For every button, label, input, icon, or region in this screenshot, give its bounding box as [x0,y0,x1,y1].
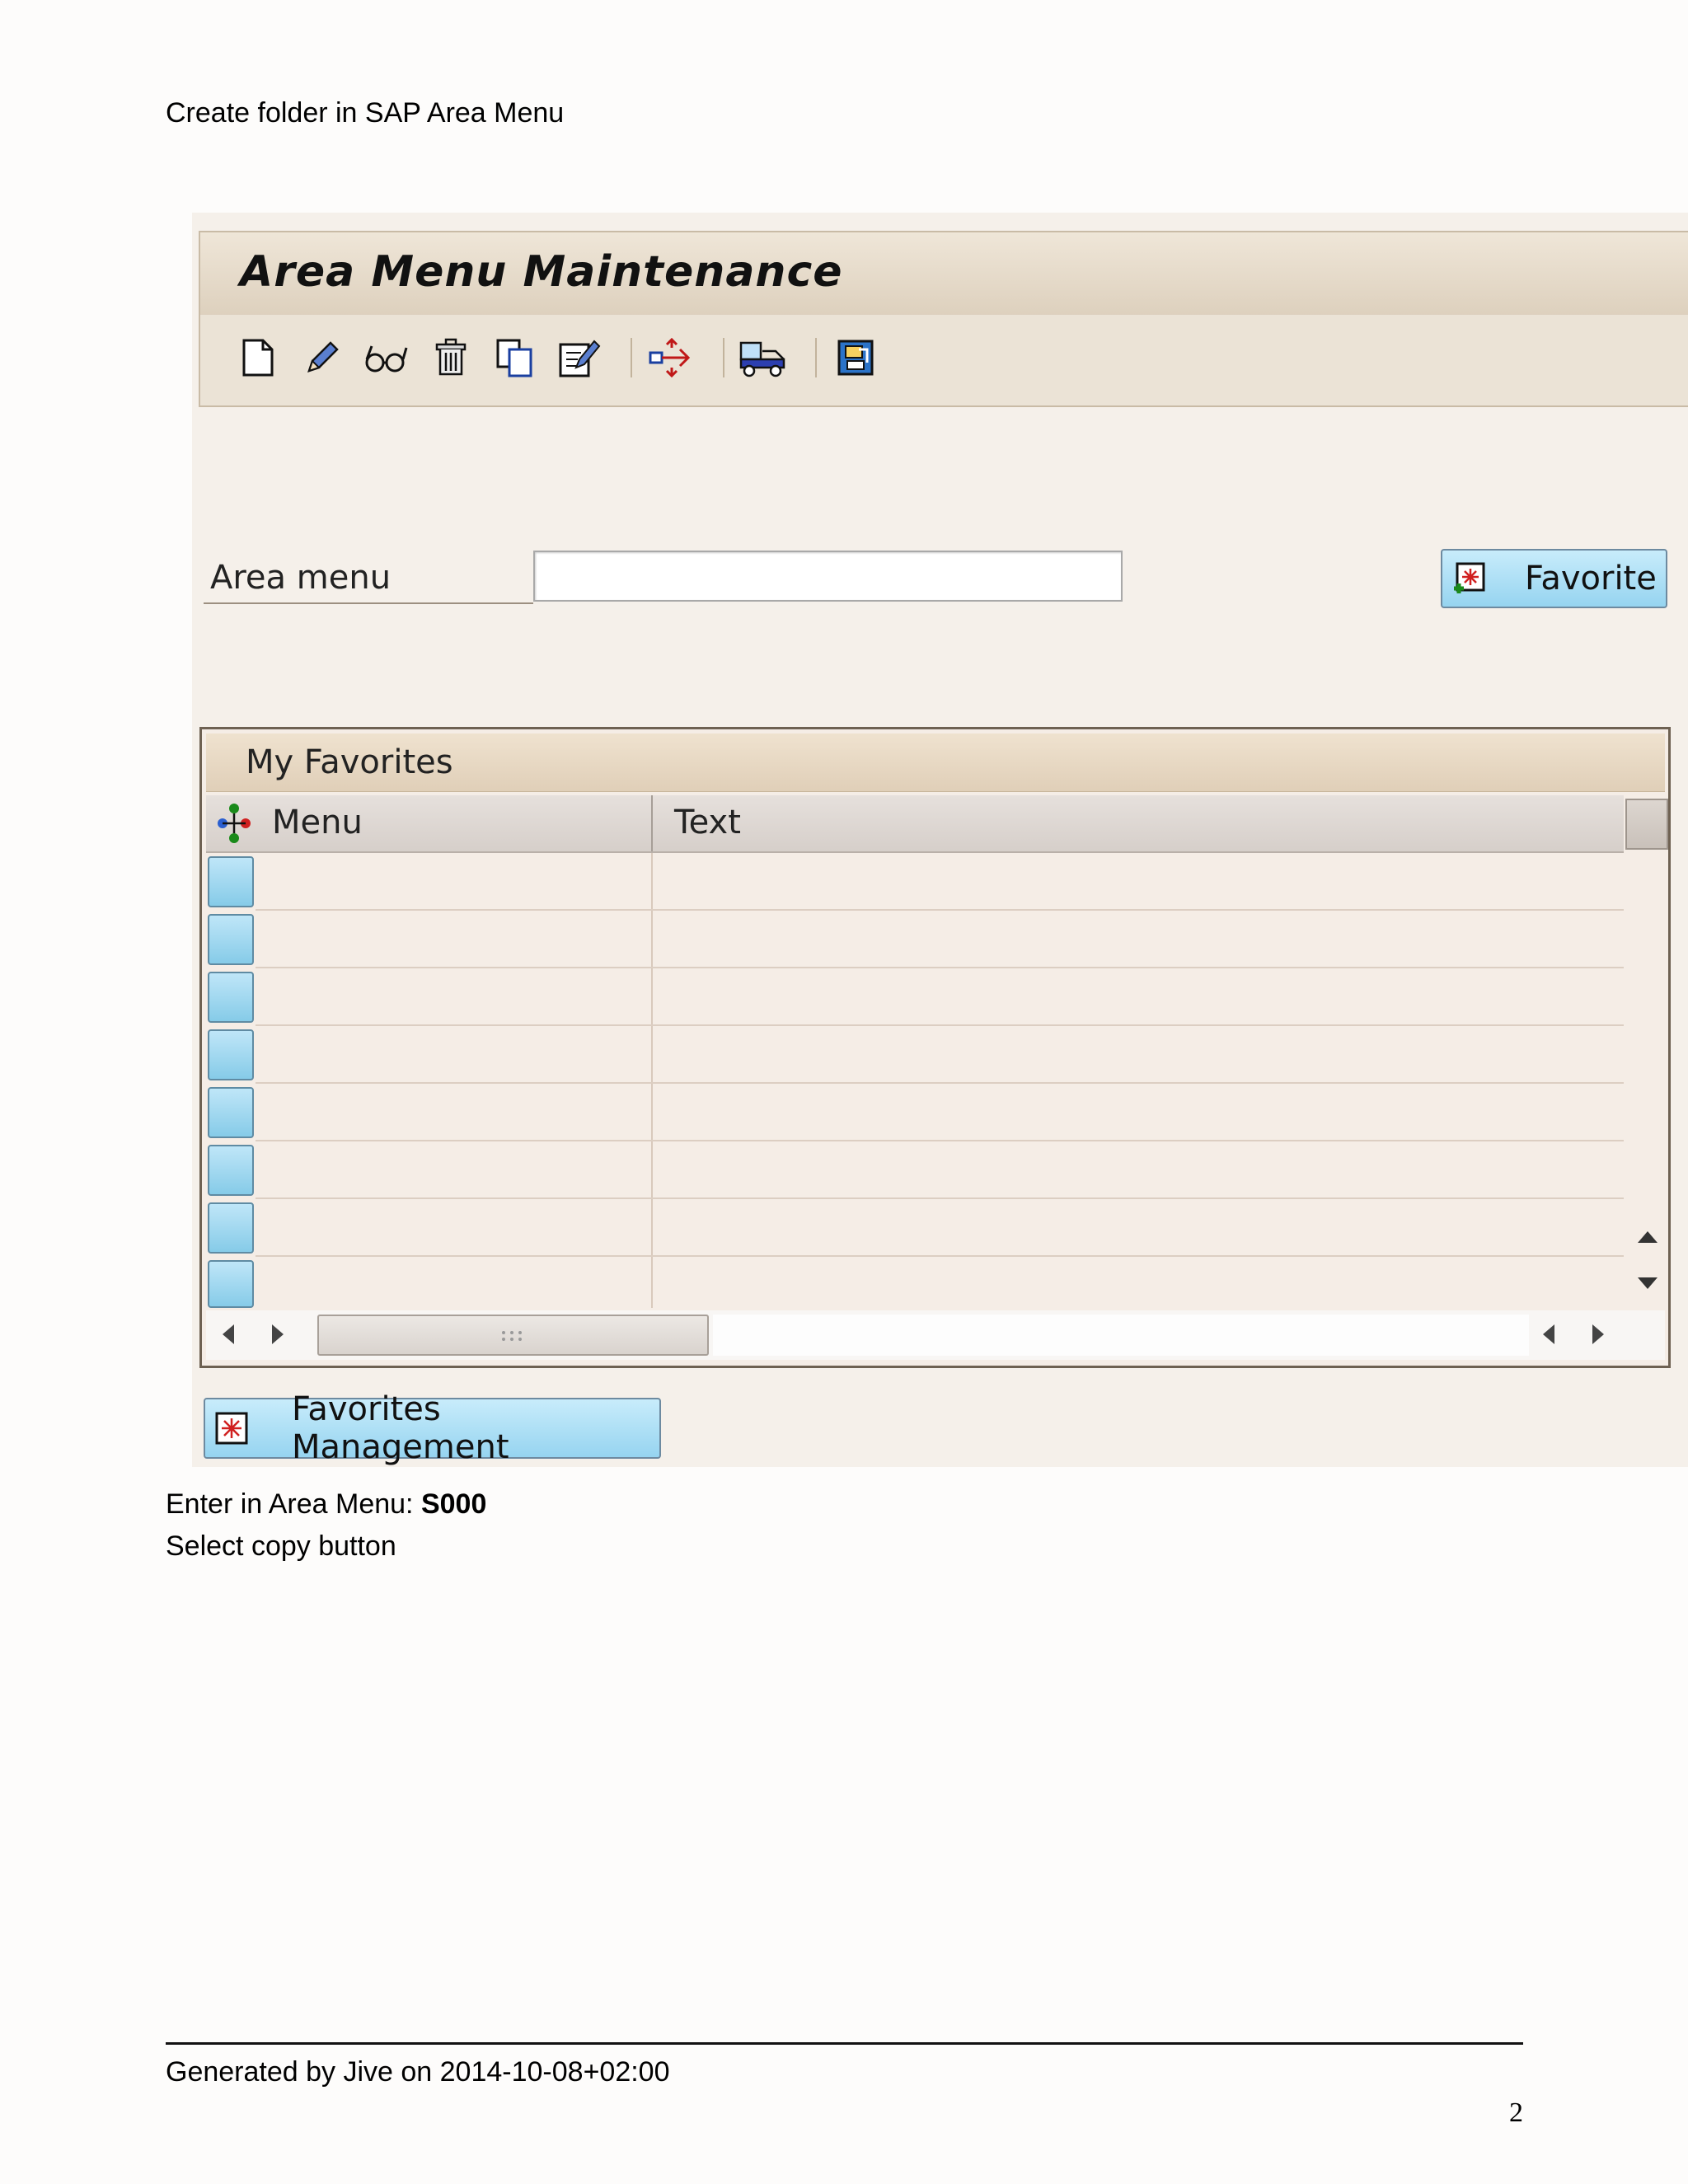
rename-icon[interactable] [555,333,604,382]
create-icon[interactable] [233,333,283,382]
favorites-panel-title: My Favorites [246,743,453,781]
scroll-left-arrow-icon[interactable] [1541,1323,1556,1346]
change-icon[interactable] [298,333,347,382]
scroll-right-arrow-icon[interactable] [1591,1323,1606,1346]
tree-structure-icon[interactable] [216,802,252,845]
favorites-management-button[interactable]: Favorites Management [204,1390,661,1466]
area-menu-input[interactable] [533,551,1123,602]
table-row [206,911,1624,968]
scroll-up-arrow-icon[interactable] [1636,1228,1659,1244]
table-row [206,1199,1624,1257]
row-selector[interactable] [208,1260,254,1308]
footer-divider [166,2042,1523,2045]
instruction-value: S000 [420,1488,487,1520]
table-row [206,853,1624,911]
column-separator[interactable] [651,795,653,851]
table-row [206,1026,1624,1084]
display-icon[interactable] [362,333,411,382]
document-heading: Create folder in SAP Area Menu [166,97,565,129]
page-number: 2 [1509,2097,1523,2128]
table-row [206,1084,1624,1141]
row-selector[interactable] [208,1087,254,1138]
scroll-right-arrow-icon[interactable] [270,1323,285,1346]
column-header-text[interactable]: Text [674,804,741,841]
row-selector[interactable] [208,1029,254,1080]
favorites-management-button-label: Favorites Management [292,1390,509,1466]
instruction-text: Enter in Area Menu: [166,1488,421,1520]
row-selector[interactable] [208,914,254,965]
scroll-down-arrow-icon[interactable] [1636,1276,1659,1292]
table-header: Menu Text [206,795,1624,853]
where-used-icon[interactable] [645,333,695,382]
column-header-menu[interactable]: Menu [272,804,363,841]
transport-truck-icon[interactable] [738,333,787,382]
area-menu-label: Area menu [210,559,392,597]
table-row [206,968,1624,1026]
title-bar: Area Menu Maintenance [199,231,1688,318]
table-row [206,1141,1624,1199]
favorites-panel: My Favorites Menu Text [199,727,1671,1368]
favorites-management-icon [215,1412,248,1445]
scroll-left-arrow-icon[interactable] [221,1323,236,1346]
favorite-button-label: Favorite [1525,560,1657,598]
label-underline [204,602,533,604]
object-list-icon[interactable] [831,333,880,382]
table-settings-button[interactable] [1625,799,1668,850]
row-selector[interactable] [208,1202,254,1254]
scrollbar-thumb[interactable] [317,1315,709,1356]
row-selector[interactable] [208,1145,254,1196]
application-toolbar [199,315,1688,407]
table-row [206,1257,1624,1308]
add-favorite-icon [1454,562,1485,593]
favorites-panel-header: My Favorites [206,733,1665,792]
footer-text: Generated by Jive on 2014-10-08+02:00 [166,2056,670,2088]
screen-title: Area Menu Maintenance [240,247,843,297]
row-selector[interactable] [208,972,254,1023]
instruction-enter-area-menu: Enter in Area Menu: S000 [166,1488,486,1521]
favorite-button[interactable]: Favorite [1441,549,1667,608]
delete-icon[interactable] [426,333,476,382]
sap-screenshot: Area Menu Maintenance Area menu Favorite… [192,213,1688,1467]
row-selector[interactable] [208,856,254,907]
grip-icon [502,1331,522,1341]
instruction-select-copy: Select copy button [166,1530,396,1562]
copy-icon[interactable] [490,333,540,382]
scrollbar-track[interactable] [713,1315,1529,1356]
horizontal-scrollbar[interactable] [206,1310,1665,1360]
